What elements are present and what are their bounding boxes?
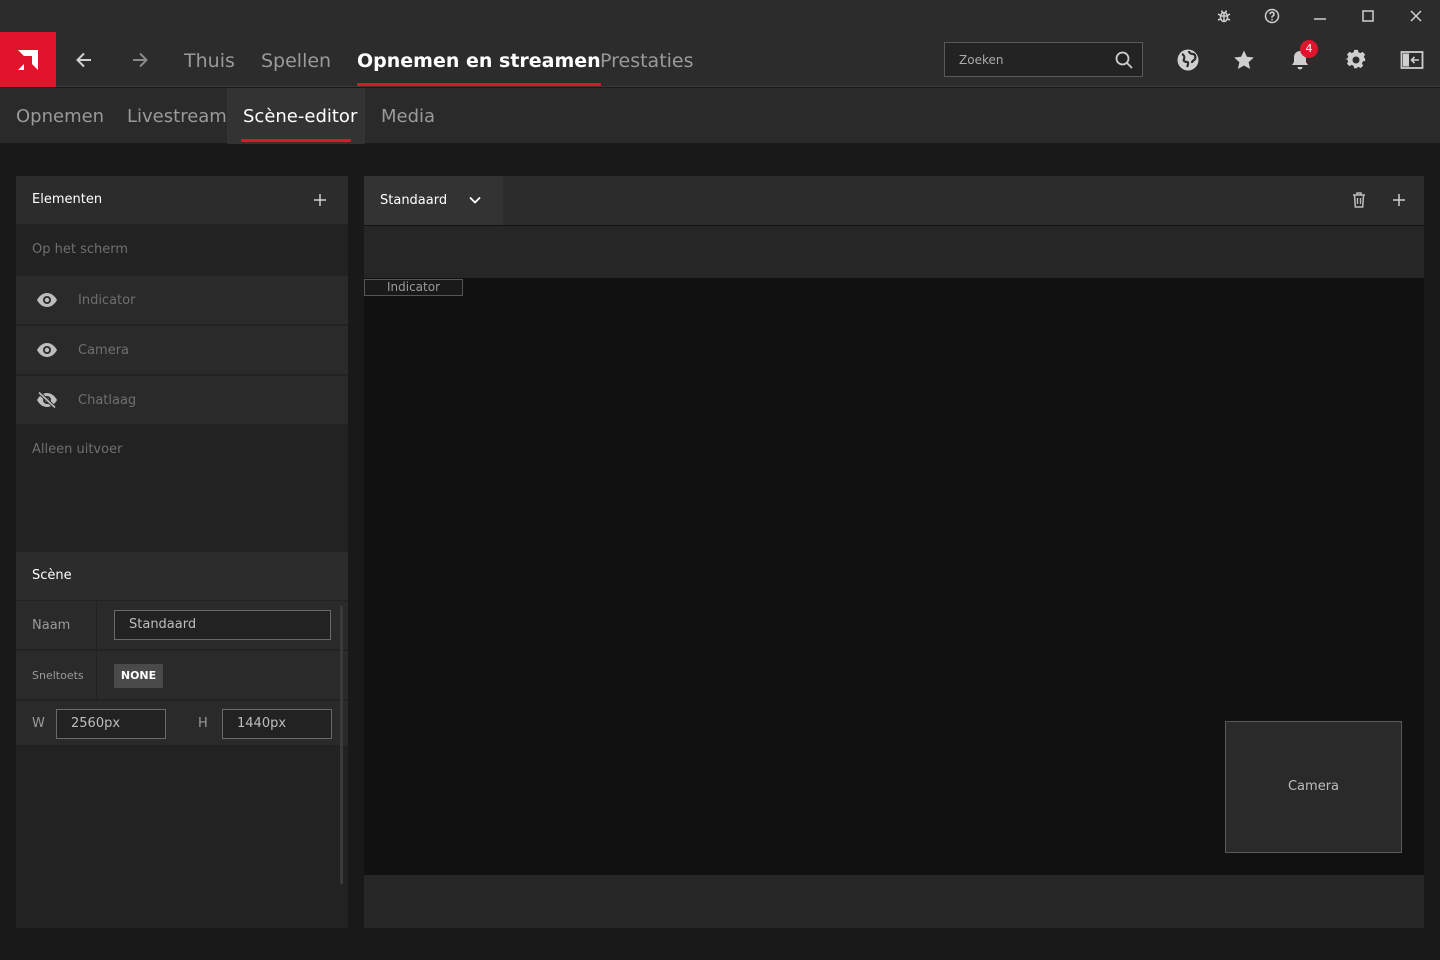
notification-badge: 4 <box>1300 40 1318 58</box>
eye-icon[interactable] <box>36 291 58 313</box>
scene-name-input[interactable]: Standaard <box>114 610 331 640</box>
add-scene-button[interactable] <box>1387 188 1411 212</box>
element-label: Chatlaag <box>78 393 137 408</box>
plus-icon <box>314 194 326 206</box>
forward-arrow-icon[interactable] <box>112 32 168 87</box>
subtab-media[interactable]: Media <box>381 88 435 144</box>
scene-title: Scène <box>32 568 72 583</box>
bug-icon[interactable] <box>1204 0 1244 32</box>
amd-logo-icon[interactable] <box>0 32 56 87</box>
hotkey-row: Sneltoets NONE <box>16 651 348 700</box>
scene-select[interactable]: Standaard <box>364 176 503 225</box>
on-screen-label: Op het scherm <box>32 242 129 257</box>
active-tab-underline <box>357 83 601 86</box>
scene-name-label: Naam <box>32 618 71 633</box>
tab-prestaties[interactable]: Prestaties <box>600 32 694 87</box>
globe-icon[interactable] <box>1160 32 1216 87</box>
active-subtab-underline <box>241 139 351 142</box>
height-input[interactable]: 1440px <box>222 709 332 739</box>
minimize-icon[interactable] <box>1300 0 1340 32</box>
divider <box>96 601 97 650</box>
search-input[interactable] <box>945 43 1105 76</box>
canvas-top-strip <box>364 226 1424 278</box>
search-icon[interactable] <box>1114 50 1134 74</box>
elements-header: Elementen <box>16 176 348 224</box>
star-icon[interactable] <box>1216 32 1272 87</box>
element-label: Camera <box>78 343 130 358</box>
title-bar <box>0 0 1440 32</box>
scene-select-value: Standaard <box>380 193 448 208</box>
elements-panel: Elementen Op het scherm Indicator Camera… <box>16 176 348 928</box>
scene-editor-header: Standaard <box>364 176 1424 225</box>
bell-icon[interactable]: 4 <box>1272 32 1328 87</box>
sidebar-toggle-icon[interactable] <box>1384 32 1440 87</box>
trash-icon[interactable] <box>1347 188 1371 212</box>
tab-thuis[interactable]: Thuis <box>184 32 235 87</box>
eye-icon[interactable] <box>36 341 58 363</box>
chevron-down-icon <box>467 192 483 212</box>
elements-title: Elementen <box>32 192 103 207</box>
tab-opnemen-en-streamen[interactable]: Opnemen en streamen <box>357 32 601 87</box>
tab-spellen[interactable]: Spellen <box>261 32 331 87</box>
maximize-icon[interactable] <box>1348 0 1388 32</box>
width-label: W <box>32 716 45 731</box>
divider <box>96 651 97 700</box>
output-only-label: Alleen uitvoer <box>32 442 123 457</box>
hotkey-button[interactable]: NONE <box>114 664 163 688</box>
subtab-livestream[interactable]: Livestream <box>127 88 227 144</box>
add-element-button[interactable] <box>308 188 332 212</box>
plus-icon <box>1393 194 1405 206</box>
camera-element[interactable]: Camera <box>1225 721 1402 853</box>
indicator-element[interactable]: Indicator <box>364 279 463 296</box>
sub-nav: Opnemen Livestream Scène-editor Media <box>0 88 1440 144</box>
element-row-camera[interactable]: Camera <box>16 326 348 375</box>
element-row-indicator[interactable]: Indicator <box>16 276 348 325</box>
scene-editor-panel: Standaard Indicator Camera <box>364 176 1424 928</box>
search-box <box>944 42 1143 77</box>
close-icon[interactable] <box>1396 0 1436 32</box>
width-input[interactable]: 2560px <box>56 709 166 739</box>
back-arrow-icon[interactable] <box>56 32 112 87</box>
eye-off-icon[interactable] <box>36 391 58 413</box>
height-label: H <box>198 716 208 731</box>
element-row-chatlaag[interactable]: Chatlaag <box>16 376 348 425</box>
scene-header: Scène <box>16 552 348 600</box>
element-label: Indicator <box>78 293 136 308</box>
subtab-scene-editor[interactable]: Scène-editor <box>227 88 365 144</box>
help-icon[interactable] <box>1252 0 1292 32</box>
subtab-opnemen[interactable]: Opnemen <box>16 88 104 144</box>
canvas-bottom-strip <box>364 875 1424 928</box>
gear-icon[interactable] <box>1328 32 1384 87</box>
scrollbar[interactable] <box>340 606 343 884</box>
main-nav: Thuis Spellen Opnemen en streamen Presta… <box>0 32 1440 87</box>
scene-name-row: Naam Standaard <box>16 601 348 650</box>
size-row: W 2560px H 1440px <box>16 701 348 746</box>
hotkey-label: Sneltoets <box>32 669 84 682</box>
